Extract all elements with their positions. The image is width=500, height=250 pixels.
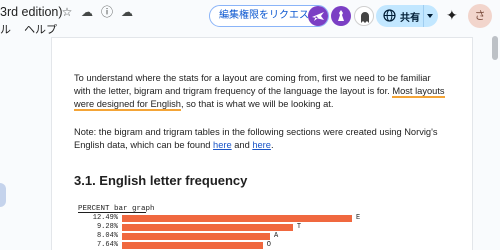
ghost-icon <box>361 12 369 23</box>
bar <box>122 224 293 231</box>
bar-percent-label: 8.04% <box>96 232 118 240</box>
paragraph-text: and <box>231 140 253 150</box>
collaborator-avatar[interactable] <box>354 6 374 26</box>
gemini-sparkle-icon[interactable]: ✦ <box>446 8 458 22</box>
share-label: 共有 <box>400 13 420 24</box>
menu-bar: ル ヘルプ <box>0 21 67 37</box>
document-title[interactable]: 3rd edition) <box>0 5 63 19</box>
bar-graph-rule <box>78 212 146 213</box>
cloud-saved-icon[interactable]: ☁ <box>120 5 134 19</box>
chess-piece-icon <box>338 10 344 21</box>
paragraph-text: . <box>270 140 274 150</box>
top-bar: 3rd edition) ☆ ☁ ⓘ ☁ ル ヘルプ 編集権限をリクエスト 共有… <box>0 0 500 38</box>
bar-letter-label: O <box>266 241 271 249</box>
bar-percent-label: 9.28% <box>96 223 118 231</box>
bar <box>122 215 352 222</box>
paragraph-line: To understand where the stats for a layo… <box>74 73 431 83</box>
paragraph-text: English data, which can be found <box>74 140 214 150</box>
collaborator-avatar[interactable] <box>308 6 328 26</box>
bar-letter-label: E <box>356 214 361 222</box>
cloud-status-icon[interactable]: ☁ <box>80 5 94 19</box>
bar-percent-label: 7.64% <box>96 241 118 249</box>
share-button[interactable]: 共有 <box>376 5 438 27</box>
plane-icon <box>312 12 324 21</box>
paragraph-text: , so that is what we will be looking at. <box>180 99 334 109</box>
here-link-2[interactable]: here <box>252 140 271 150</box>
globe-icon <box>383 9 396 22</box>
bar <box>122 242 263 249</box>
bar-letter-label: A <box>274 232 279 240</box>
paragraph-intro: To understand where the stats for a layo… <box>74 72 445 111</box>
comment-highlight[interactable]: were designed for English <box>74 99 181 111</box>
paragraph-line: were designed for English, so that is wh… <box>74 98 445 111</box>
paragraph-line: English data, which can be found here an… <box>74 139 438 152</box>
bar <box>122 233 271 240</box>
section-heading: 3.1. English letter frequency <box>74 173 248 188</box>
collaborator-avatar[interactable] <box>331 6 351 26</box>
paragraph-line: with the letter, bigram and trigram freq… <box>74 85 445 98</box>
menu-item-help[interactable]: ヘルプ <box>24 24 57 36</box>
paragraph-note: Note: the bigram and trigram tables in t… <box>74 126 438 152</box>
info-icon[interactable]: ⓘ <box>100 5 114 19</box>
share-divider <box>423 5 424 27</box>
bar-letter-label: T <box>296 223 302 231</box>
title-icons: ☆ ☁ ⓘ ☁ <box>60 5 134 19</box>
chevron-down-icon[interactable] <box>427 14 433 18</box>
side-panel-tab[interactable] <box>0 183 6 207</box>
paragraph-text: with the letter, bigram and trigram freq… <box>74 86 390 96</box>
menu-item-partial[interactable]: ル <box>0 24 11 36</box>
comment-highlight[interactable]: Most layouts <box>392 86 445 98</box>
paragraph-line: Note: the bigram and trigram tables in t… <box>74 127 438 137</box>
profile-avatar[interactable]: さ <box>468 4 492 28</box>
here-link-1[interactable]: here <box>213 140 232 150</box>
scrollbar-thumb[interactable] <box>492 36 498 60</box>
bar-percent-label: 12.49% <box>92 214 118 222</box>
star-icon[interactable]: ☆ <box>60 5 74 19</box>
